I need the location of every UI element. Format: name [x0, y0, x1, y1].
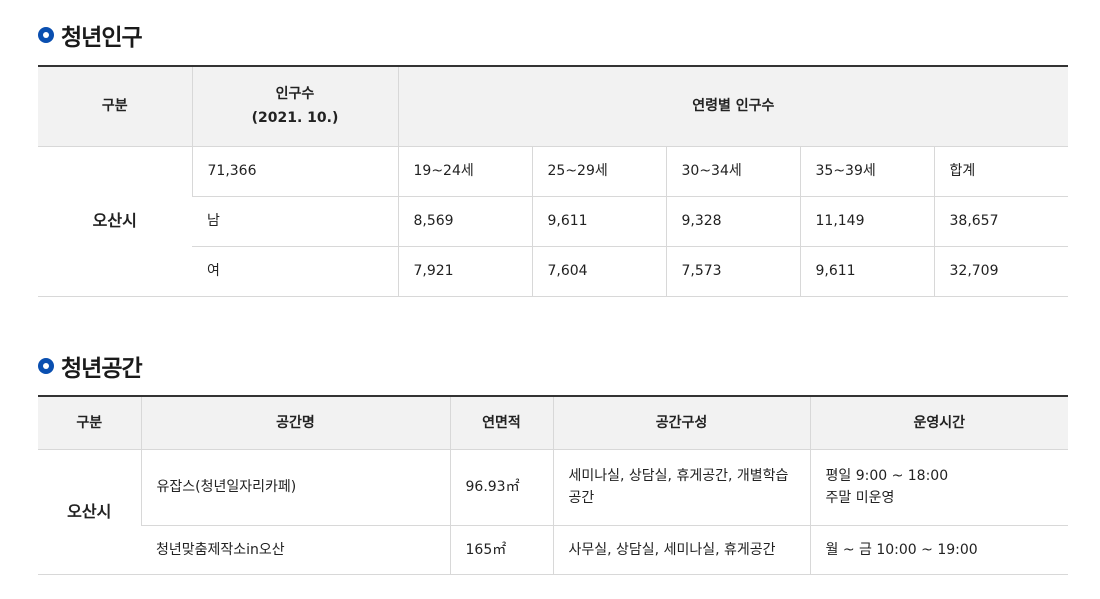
header-hours: 운영시간 [809, 396, 1068, 450]
table-row: 오산시 71,366 19~24세 25~29세 30~34세 35~39세 합… [38, 146, 1069, 297]
table-cell: 7,573 [665, 246, 800, 297]
table-cell: 8,569 [397, 196, 532, 247]
table-cell: 30~34세 [665, 146, 800, 197]
header-name: 공간명 [140, 396, 450, 450]
space-hours-cell: 월 ~ 금 10:00 ~ 19:00 [809, 525, 1068, 575]
table-cell: 38,657 [933, 196, 1069, 247]
header-category: 구분 [38, 396, 141, 450]
table-row: 오산시 유잡스(청년일자리카페) 96.93㎡ 세미나실, 상담실, 휴게공간,… [38, 449, 1068, 575]
table-header-row: 구분 인구수 (2021. 10.) 연령별 인구수 [38, 66, 1069, 147]
table-cell: 25~29세 [531, 146, 666, 197]
table-cell: 7,921 [397, 246, 532, 297]
table-header-row: 구분 공간명 연면적 공간구성 운영시간 [38, 396, 1068, 450]
table-cell: 11,149 [799, 196, 934, 247]
table-cell: 9,328 [665, 196, 800, 247]
hours-line: 월 ~ 금 10:00 ~ 19:00 [825, 541, 978, 558]
region-cell: 오산시 [38, 449, 141, 575]
table-cell: 19~24세 [397, 146, 532, 197]
space-composition-cell: 사무실, 상담실, 세미나실, 휴게공간 [552, 525, 810, 575]
table-row: 여 7,921 7,604 7,573 9,611 32,709 [38, 246, 1069, 297]
table-cell: 35~39세 [799, 146, 934, 197]
space-area-cell: 96.93㎡ [449, 449, 553, 526]
space-table: 구분 공간명 연면적 공간구성 운영시간 오산시 유잡스(청년일자리카페) 96… [38, 395, 1068, 575]
table-row: 남 8,569 9,611 9,328 11,149 38,657 [38, 196, 1069, 247]
table-row: 청년맞춤제작소in오산 165㎡ 사무실, 상담실, 세미나실, 휴게공간 월 … [38, 525, 1068, 575]
space-area-cell: 165㎡ [449, 525, 553, 575]
header-population-label: 인구수 [275, 86, 315, 103]
table-cell: 7,604 [531, 246, 666, 297]
space-hours-cell: 평일 9:00 ~ 18:00 주말 미운영 [809, 449, 1068, 526]
circle-bullet-icon [38, 358, 54, 374]
header-by-age: 연령별 인구수 [397, 66, 1069, 147]
header-category: 구분 [38, 66, 192, 147]
space-composition-cell: 세미나실, 상담실, 휴게공간, 개별학습공간 [552, 449, 810, 526]
circle-bullet-icon [38, 27, 54, 43]
header-population: 인구수 (2021. 10.) [191, 66, 398, 147]
space-name-cell: 청년맞춤제작소in오산 [141, 525, 450, 575]
section-title-space: 청년공간 [38, 351, 143, 382]
header-population-date: (2021. 10.) [251, 110, 339, 127]
section-title-text: 청년인구 [61, 25, 143, 51]
population-table: 구분 인구수 (2021. 10.) 연령별 인구수 오산시 71,366 19… [38, 65, 1069, 297]
section-title-text: 청년공간 [61, 356, 143, 382]
table-cell: 여 [192, 246, 398, 297]
table-cell: 32,709 [933, 246, 1069, 297]
table-cell: 9,611 [531, 196, 666, 247]
header-area: 연면적 [449, 396, 553, 450]
region-cell: 오산시 [38, 146, 192, 297]
table-cell: 71,366 [191, 146, 398, 197]
header-composition: 공간구성 [552, 396, 810, 450]
section-title-population: 청년인구 [38, 20, 143, 51]
table-cell: 남 [192, 196, 398, 247]
hours-line: 주말 미운영 [825, 490, 895, 506]
space-name-cell: 유잡스(청년일자리카페) [140, 449, 450, 526]
table-cell: 합계 [933, 146, 1069, 197]
table-cell: 9,611 [799, 246, 934, 297]
hours-line: 평일 9:00 ~ 18:00 [825, 468, 949, 484]
